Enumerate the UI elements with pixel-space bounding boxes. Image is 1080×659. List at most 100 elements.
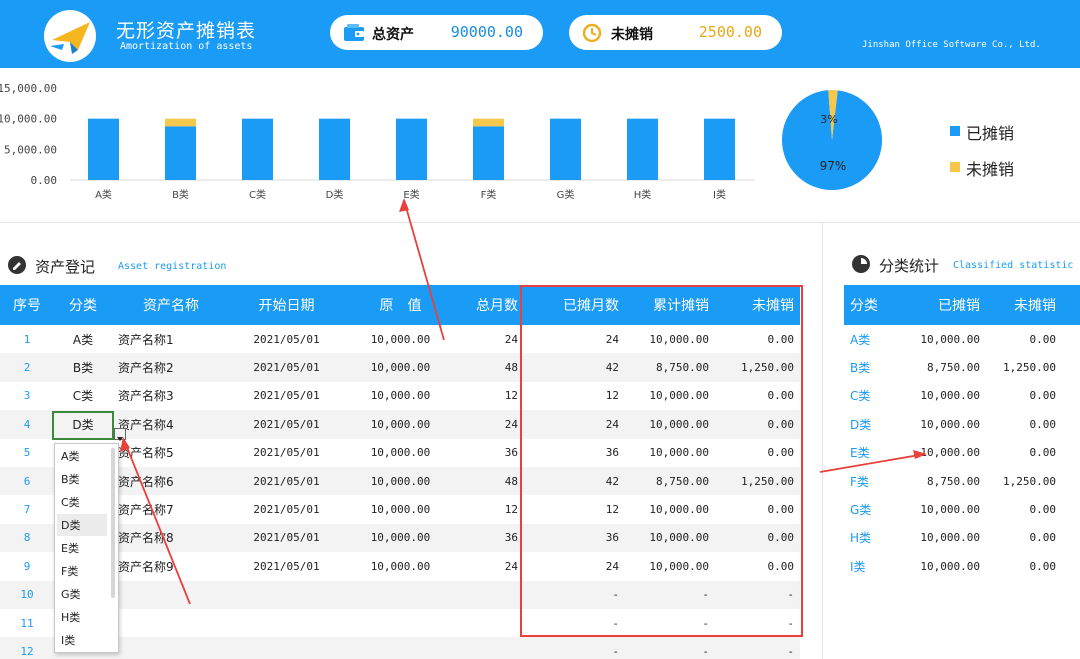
stat-cell[interactable]: 0.00 xyxy=(986,439,1080,467)
table-cell[interactable] xyxy=(230,637,343,659)
table-cell[interactable]: 9 xyxy=(0,552,54,580)
stat-cell[interactable]: 1,250.00 xyxy=(986,353,1080,381)
table-cell[interactable]: 2021/05/01 xyxy=(230,353,343,382)
table-cell[interactable]: 10,000.00 xyxy=(343,466,458,496)
bar-amortized[interactable] xyxy=(396,118,427,180)
table-cell[interactable]: 10,000.00 xyxy=(343,410,458,439)
table-cell[interactable]: 2021/05/01 xyxy=(230,495,343,523)
table-row[interactable]: 8 资产名称8 2021/05/01 10,000.00 36 36 10,000.00 0.… xyxy=(0,523,800,553)
header-original-value[interactable]: 原 值 xyxy=(343,285,458,325)
table-cell[interactable]: 48 xyxy=(458,353,524,382)
dropdown-option[interactable]: I类 xyxy=(61,632,75,648)
table-row[interactable]: 10- - - xyxy=(0,580,800,609)
dropdown-option[interactable]: F类 xyxy=(61,563,78,579)
stat-cell[interactable]: D类 xyxy=(844,410,902,438)
table-cell[interactable]: 资产名称7 xyxy=(112,495,230,523)
stat-cell[interactable]: 10,000.00 xyxy=(902,552,986,580)
table-cell[interactable]: 0.00 xyxy=(715,439,800,467)
bar-unamortized[interactable] xyxy=(165,118,196,127)
stat-cell[interactable]: 10,000.00 xyxy=(902,382,986,410)
table-cell[interactable] xyxy=(230,580,343,609)
dropdown-option[interactable]: B类 xyxy=(61,471,80,487)
table-cell[interactable] xyxy=(343,580,458,609)
bar-amortized[interactable] xyxy=(165,126,196,180)
table-cell[interactable]: 资产名称9 xyxy=(112,552,230,580)
table-cell[interactable]: 24 xyxy=(458,552,524,580)
stat-cell[interactable]: 0.00 xyxy=(986,495,1080,523)
header-index[interactable]: 序号 xyxy=(0,285,54,325)
stat-row[interactable]: D类 10,000.00 0.00 xyxy=(844,410,1080,438)
table-cell[interactable]: 10,000.00 xyxy=(625,495,715,523)
bar-amortized[interactable] xyxy=(473,126,504,180)
stat-cell[interactable]: I类 xyxy=(844,552,902,580)
dropdown-scrollbar[interactable] xyxy=(111,448,115,598)
table-cell[interactable]: 3 xyxy=(0,382,54,410)
table-cell[interactable]: 2021/05/01 xyxy=(230,410,343,439)
table-cell[interactable]: 8,750.00 xyxy=(625,466,715,496)
table-cell[interactable]: 24 xyxy=(524,552,625,580)
header-unamortized[interactable]: 未摊销 xyxy=(715,285,800,325)
table-cell[interactable]: 7 xyxy=(0,495,54,523)
table-cell[interactable]: 资产名称2 xyxy=(112,353,230,382)
table-cell[interactable]: 11 xyxy=(0,609,54,637)
table-cell[interactable] xyxy=(343,637,458,659)
table-row[interactable]: 1 A类 资产名称1 2021/05/01 10,000.00 24 24 10,000.00… xyxy=(0,325,800,353)
table-cell[interactable]: 资产名称1 xyxy=(112,325,230,353)
table-cell[interactable]: - xyxy=(715,609,800,637)
dropdown-option[interactable]: E类 xyxy=(61,540,79,556)
table-cell[interactable]: 10,000.00 xyxy=(625,382,715,410)
table-cell[interactable]: 2021/05/01 xyxy=(230,325,343,353)
table-cell[interactable]: - xyxy=(524,580,625,609)
table-cell[interactable]: 6 xyxy=(0,466,54,496)
stat-row[interactable]: B类 8,750.00 1,250.00 xyxy=(844,353,1080,381)
stat-cell[interactable]: 10,000.00 xyxy=(902,524,986,552)
table-cell[interactable]: 48 xyxy=(458,466,524,496)
table-cell[interactable]: - xyxy=(524,609,625,637)
stat-header-unamortized[interactable]: 未摊销 xyxy=(986,285,1080,325)
table-cell[interactable]: 8,750.00 xyxy=(625,353,715,382)
table-cell[interactable]: 0.00 xyxy=(715,410,800,439)
dropdown-option[interactable]: G类 xyxy=(61,586,81,602)
stat-row[interactable]: G类 10,000.00 0.00 xyxy=(844,495,1080,523)
table-cell[interactable] xyxy=(458,580,524,609)
dropdown-option[interactable]: C类 xyxy=(61,494,80,510)
table-cell[interactable]: 8 xyxy=(0,523,54,553)
table-cell[interactable]: 2021/05/01 xyxy=(230,552,343,580)
table-cell[interactable]: 0.00 xyxy=(715,382,800,410)
table-cell[interactable] xyxy=(343,609,458,637)
table-row[interactable]: 2 B类 资产名称2 2021/05/01 10,000.00 48 42 8,750.00 1… xyxy=(0,353,800,382)
table-cell[interactable]: 资产名称5 xyxy=(112,439,230,467)
header-amortized-months[interactable]: 已摊月数 xyxy=(524,285,625,325)
bar-amortized[interactable] xyxy=(627,118,658,180)
stat-cell[interactable]: 0.00 xyxy=(986,552,1080,580)
table-cell[interactable]: 10,000.00 xyxy=(343,353,458,382)
table-cell[interactable]: 10,000.00 xyxy=(625,410,715,439)
table-cell[interactable]: - xyxy=(625,637,715,659)
stat-cell[interactable]: F类 xyxy=(844,467,902,495)
dropdown-toggle[interactable] xyxy=(114,428,126,441)
table-cell[interactable]: 资产名称6 xyxy=(112,466,230,496)
header-accumulated[interactable]: 累计摊销 xyxy=(625,285,715,325)
table-row[interactable]: 6 资产名称6 2021/05/01 10,000.00 48 42 8,750.00 1,2… xyxy=(0,466,800,496)
table-cell[interactable]: 10,000.00 xyxy=(343,552,458,580)
stat-cell[interactable]: G类 xyxy=(844,495,902,523)
table-cell[interactable]: 10,000.00 xyxy=(625,439,715,467)
stat-cell[interactable]: 8,750.00 xyxy=(902,467,986,495)
table-cell[interactable]: 10,000.00 xyxy=(343,495,458,523)
dropdown-option[interactable]: H类 xyxy=(61,609,80,625)
stat-cell[interactable]: 0.00 xyxy=(986,410,1080,438)
table-cell[interactable]: 2021/05/01 xyxy=(230,382,343,410)
table-row[interactable]: 9 资产名称9 2021/05/01 10,000.00 24 24 10,000.00 0.… xyxy=(0,552,800,580)
dropdown-option[interactable]: A类 xyxy=(61,448,80,464)
table-cell[interactable]: 10,000.00 xyxy=(625,523,715,553)
dropdown-option[interactable]: D类 xyxy=(61,517,80,533)
table-cell[interactable]: 42 xyxy=(524,466,625,496)
table-cell[interactable]: 2021/05/01 xyxy=(230,439,343,467)
stat-cell[interactable]: A类 xyxy=(844,325,902,353)
table-cell[interactable]: 5 xyxy=(0,439,54,467)
table-cell[interactable]: 12 xyxy=(458,382,524,410)
bar-amortized[interactable] xyxy=(88,118,119,180)
stat-cell[interactable]: 10,000.00 xyxy=(902,325,986,353)
table-cell[interactable]: - xyxy=(715,580,800,609)
stat-cell[interactable]: 10,000.00 xyxy=(902,410,986,438)
